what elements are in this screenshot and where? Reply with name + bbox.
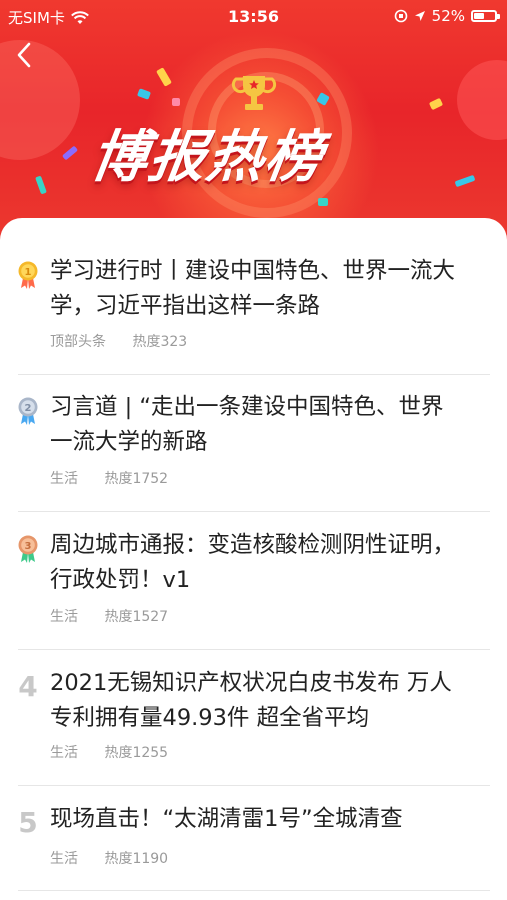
- divider: [18, 374, 490, 375]
- heat-label: 热度1190: [104, 851, 169, 867]
- item-meta: 生活 热度1255: [50, 742, 190, 762]
- headline-line: 专利拥有量49.93件 超全省平均: [50, 705, 370, 731]
- headline-line: 习言道 | “走出一条建设中国特色、世界: [50, 394, 444, 420]
- category-label: 生活: [50, 609, 78, 625]
- trophy-icon: [231, 76, 277, 110]
- rank-number: 4: [18, 670, 38, 703]
- heat-label: 热度323: [132, 334, 188, 350]
- item-meta: 顶部头条 热度323: [50, 331, 209, 351]
- headline-line: 一流大学的新路: [50, 429, 208, 455]
- divider: [18, 511, 490, 512]
- headline-line: 学习进行时丨建设中国特色、世界一流大: [50, 258, 456, 284]
- headline-line: 行政处罚！v1: [50, 567, 191, 593]
- headline: 学习进行时丨建设中国特色、世界一流大 学，习近平指出这样一条路: [50, 254, 495, 324]
- item-meta: 生活 热度1190: [50, 848, 190, 868]
- divider: [18, 890, 490, 891]
- decor-blob: [457, 60, 507, 140]
- headline-line: 2021无锡知识产权状况白皮书发布 万人: [50, 670, 452, 696]
- headline-line: 现场直击！“太湖清雷1号”全城清查: [50, 806, 403, 832]
- rank-number: 5: [18, 806, 38, 839]
- item-meta: 生活 热度1752: [50, 468, 190, 488]
- svg-text:3: 3: [25, 541, 32, 552]
- silver-medal-icon: 2: [18, 397, 38, 425]
- divider: [18, 785, 490, 786]
- back-button[interactable]: [10, 38, 40, 72]
- heat-label: 热度1527: [104, 609, 169, 625]
- chevron-left-icon: [17, 42, 31, 68]
- category-label: 生活: [50, 471, 78, 487]
- headline-line: 周边城市通报：变造核酸检测阴性证明，: [50, 532, 456, 558]
- headline: 2021无锡知识产权状况白皮书发布 万人 专利拥有量49.93件 超全省平均: [50, 666, 495, 736]
- battery-percent: 52%: [431, 7, 465, 25]
- heat-label: 热度1752: [104, 471, 169, 487]
- orientation-lock-icon: [394, 9, 407, 23]
- headline: 习言道 | “走出一条建设中国特色、世界 一流大学的新路: [50, 390, 495, 460]
- status-bar: 无SIM卡 13:56 52%: [0, 0, 507, 32]
- page-title: 博报热榜: [86, 125, 328, 190]
- heat-label: 热度1255: [104, 745, 169, 761]
- confetti: [172, 98, 180, 106]
- battery-icon: [471, 10, 500, 22]
- divider: [18, 649, 490, 650]
- hot-list: 1 学习进行时丨建设中国特色、世界一流大 学，习近平指出这样一条路 顶部头条 热…: [0, 218, 507, 900]
- gold-medal-icon: 1: [18, 261, 38, 289]
- bronze-medal-icon: 3: [18, 535, 38, 563]
- battery-fill: [474, 13, 484, 19]
- headline-line: 学，习近平指出这样一条路: [50, 293, 321, 319]
- category-label: 顶部头条: [50, 334, 106, 350]
- item-meta: 生活 热度1527: [50, 606, 190, 626]
- headline: 周边城市通报：变造核酸检测阴性证明， 行政处罚！v1: [50, 528, 495, 598]
- location-arrow-icon: [414, 11, 425, 21]
- svg-text:1: 1: [25, 267, 32, 278]
- category-label: 生活: [50, 745, 78, 761]
- svg-text:2: 2: [25, 403, 32, 414]
- headline: 现场直击！“太湖清雷1号”全城清查: [50, 802, 495, 837]
- category-label: 生活: [50, 851, 78, 867]
- confetti: [318, 198, 328, 206]
